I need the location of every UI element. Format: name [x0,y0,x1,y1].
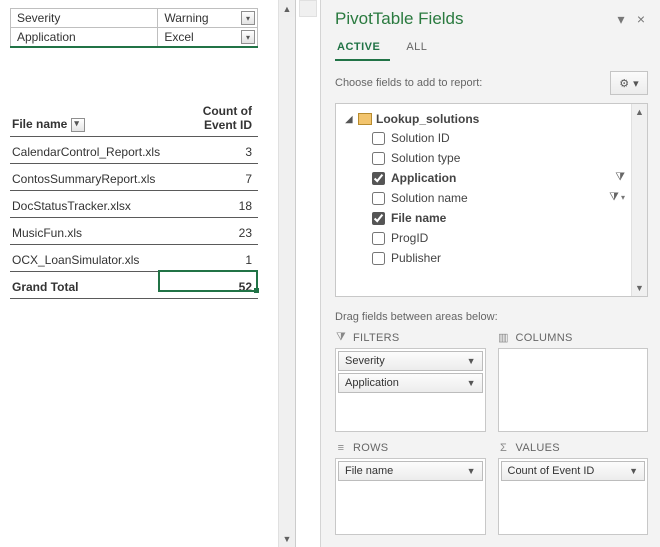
filter-application-value[interactable]: Excel ▾ [158,28,258,48]
field-checkbox[interactable] [372,232,385,245]
filter-chip[interactable]: Application▼ [338,373,483,393]
field-row[interactable]: File name [344,208,629,228]
field-row[interactable]: Solution ID [344,128,629,148]
value-chip[interactable]: Count of Event ID▼ [501,461,646,481]
pivot-data-table: File name Count of Event ID CalendarCont… [10,96,258,299]
datasource-label: Lookup_solutions [376,112,479,126]
table-row-label[interactable]: OCX_LoanSimulator.xls [10,245,166,272]
values-dropzone[interactable]: Count of Event ID▼ [498,458,649,536]
table-row-value[interactable]: 3 [166,137,258,164]
area-values: ΣVALUES Count of Event ID▼ [498,442,649,536]
choose-fields-label: Choose fields to add to report: [335,77,482,89]
funnel-icon[interactable]: ⧩ [615,171,625,184]
field-checkbox[interactable] [372,152,385,165]
panel-dropdown-icon[interactable]: ▾ [614,11,628,28]
tab-active[interactable]: ACTIVE [335,37,390,61]
scroll-down-icon[interactable]: ▼ [279,530,295,547]
panel-tabs: ACTIVE ALL [335,37,660,61]
field-checkbox[interactable] [372,192,385,205]
chevron-down-icon[interactable]: ▼ [629,466,638,476]
area-filters: ⧩FILTERS Severity▼ Application▼ [335,331,486,432]
field-list: ◢ Lookup_solutions Solution ID Solution … [335,103,648,297]
funnel-dropdown-icon[interactable]: ▾ [241,30,255,44]
table-icon [358,113,372,125]
funnel-dropdown-icon[interactable]: ▾ [241,11,255,25]
field-checkbox[interactable] [372,212,385,225]
filter-severity-value[interactable]: Warning ▾ [158,9,258,28]
row-chip[interactable]: File name▼ [338,461,483,481]
columns-dropzone[interactable] [498,348,649,432]
gear-icon: ⚙ [619,77,629,90]
tab-all[interactable]: ALL [404,37,437,61]
value-header: Count of Event ID [166,96,258,137]
chevron-down-icon[interactable]: ▼ [467,466,476,476]
field-checkbox[interactable] [372,252,385,265]
funnel-icon[interactable]: ⧩ [609,191,625,204]
grand-total-value[interactable]: 52 [166,272,258,299]
close-icon[interactable]: × [634,11,648,28]
columns-area-icon: ▥ [498,331,510,344]
filter-severity-label: Severity [11,9,158,28]
field-row[interactable]: Application⧩ [344,168,629,188]
drag-fields-label: Drag fields between areas below: [321,297,660,331]
layout-options-button[interactable]: ⚙▾ [610,71,648,95]
table-row-value[interactable]: 23 [166,218,258,245]
filter-chip[interactable]: Severity▼ [338,351,483,371]
pivot-fields-panel: PivotTable Fields ▾ × ACTIVE ALL Choose … [320,0,660,547]
field-row[interactable]: ProgID [344,228,629,248]
scroll-down-icon[interactable]: ▼ [632,280,647,296]
values-area-icon: Σ [498,442,510,454]
row-header-dropdown-icon[interactable] [71,118,85,132]
field-row[interactable]: Publisher [344,248,629,268]
grand-total-label[interactable]: Grand Total [10,272,166,299]
pivot-table-area: Severity Warning ▾ Application Excel ▾ F… [0,0,296,547]
scroll-up-icon[interactable]: ▲ [279,0,295,17]
pane-separator[interactable] [296,0,320,547]
field-row[interactable]: Solution name⧩ [344,188,629,208]
field-checkbox[interactable] [372,132,385,145]
table-row-label[interactable]: DocStatusTracker.xlsx [10,191,166,218]
table-row-value[interactable]: 18 [166,191,258,218]
datasource-row[interactable]: ◢ Lookup_solutions [344,110,629,128]
chevron-down-icon[interactable]: ▼ [467,356,476,366]
field-list-scrollbar[interactable]: ▲ ▼ [631,104,647,296]
table-row-label[interactable]: MusicFun.xls [10,218,166,245]
pivot-areas-grid: ⧩FILTERS Severity▼ Application▼ ▥COLUMNS… [321,331,660,547]
table-row-label[interactable]: CalendarControl_Report.xls [10,137,166,164]
table-row-label[interactable]: ContosSummaryReport.xls [10,164,166,191]
field-checkbox[interactable] [372,172,385,185]
filter-application-label: Application [11,28,158,48]
chevron-down-icon[interactable]: ▼ [467,378,476,388]
panel-title: PivotTable Fields [335,9,464,29]
collapse-icon[interactable]: ◢ [344,114,354,125]
chevron-down-icon: ▾ [633,77,639,90]
table-row-value[interactable]: 1 [166,245,258,272]
rows-area-icon: ≡ [335,442,347,454]
scroll-up-icon[interactable]: ▲ [632,104,647,120]
area-columns: ▥COLUMNS [498,331,649,432]
scroll-stub [299,0,317,17]
report-filter-table: Severity Warning ▾ Application Excel ▾ [10,8,258,48]
rows-dropzone[interactable]: File name▼ [335,458,486,536]
field-row[interactable]: Solution type [344,148,629,168]
filters-dropzone[interactable]: Severity▼ Application▼ [335,348,486,432]
vertical-scrollbar[interactable]: ▲ ▼ [278,0,295,547]
row-header[interactable]: File name [10,96,166,137]
filter-area-icon: ⧩ [335,331,347,344]
area-rows: ≡ROWS File name▼ [335,442,486,536]
table-row-value[interactable]: 7 [166,164,258,191]
